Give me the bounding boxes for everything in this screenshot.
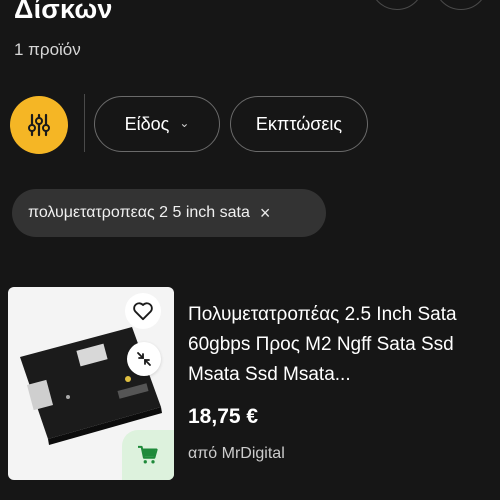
- product-image-card[interactable]: [8, 287, 174, 480]
- compare-icon: [137, 352, 151, 366]
- chevron-down-icon: ⌄: [179, 116, 190, 130]
- compare-button[interactable]: [127, 342, 161, 376]
- discounts-filter-label: Εκπτώσεις: [255, 113, 343, 134]
- page-title: Δίσκων: [14, 0, 113, 24]
- favorite-button[interactable]: [125, 293, 161, 329]
- heart-icon: [133, 302, 153, 321]
- product-title[interactable]: Πολυμετατροπέας 2.5 Inch Sata 60gbps Προ…: [188, 300, 488, 390]
- type-filter-label: Είδος: [124, 113, 170, 134]
- result-count: 1 προϊόν: [14, 40, 81, 59]
- cart-icon: [138, 445, 158, 464]
- close-button[interactable]: [434, 0, 488, 10]
- filters-button[interactable]: [10, 96, 68, 154]
- close-icon[interactable]: ×: [260, 203, 271, 224]
- chip-label: πολυμετατροπεας 2 5 inch sata: [28, 204, 250, 221]
- discounts-filter-button[interactable]: Εκπτώσεις: [230, 96, 368, 152]
- filter-divider: [84, 94, 85, 152]
- product-price: 18,75 €: [188, 405, 259, 428]
- sliders-icon: [28, 113, 50, 137]
- back-button[interactable]: [370, 0, 424, 10]
- add-to-cart-button[interactable]: [122, 430, 174, 480]
- active-search-chip[interactable]: πολυμετατροπεας 2 5 inch sata ×: [12, 189, 326, 237]
- type-filter-dropdown[interactable]: Είδος ⌄: [94, 96, 220, 152]
- product-seller: από MrDigital: [188, 445, 285, 462]
